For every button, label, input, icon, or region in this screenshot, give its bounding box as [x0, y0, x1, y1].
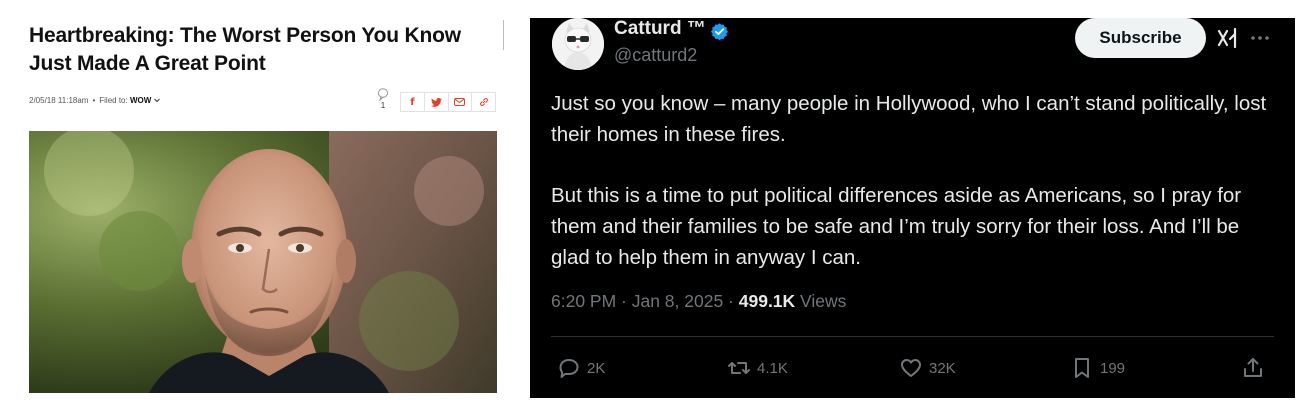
chevron-down-icon[interactable] — [153, 98, 160, 103]
bookmark-count: 199 — [1100, 359, 1126, 377]
like-count: 32K — [929, 359, 956, 377]
like-button[interactable]: 32K — [899, 354, 956, 382]
tweet-timestamp: 6:20 PM · Jan 8, 2025 · 499.1K Views — [551, 291, 846, 312]
tweet-paragraph: Just so you know – many people in Hollyw… — [551, 92, 1267, 146]
email-share-button[interactable] — [449, 93, 473, 111]
man-portrait-image — [29, 131, 497, 393]
more-icon[interactable] — [1248, 26, 1272, 50]
meta-separator: • — [92, 96, 96, 105]
timestamp-link[interactable]: 6:20 PM · Jan 8, 2025 · — [551, 291, 739, 311]
article-meta: 2/05/18 11:18am • Filed to: WOW — [29, 96, 160, 105]
share-button[interactable] — [1241, 354, 1265, 382]
bookmark-icon — [1075, 358, 1089, 378]
user-handle[interactable]: @catturd2 — [614, 45, 697, 66]
link-icon — [479, 98, 488, 106]
comment-count-button[interactable]: 1 — [374, 88, 392, 110]
tweet-paragraph: But this is a time to put political diff… — [551, 184, 1242, 269]
share-icon — [1244, 358, 1262, 377]
article-date[interactable]: 2/05/18 11:18am — [29, 96, 88, 105]
facebook-icon: f — [410, 96, 415, 108]
article-photo — [29, 131, 497, 393]
bookmark-button[interactable]: 199 — [1070, 354, 1125, 382]
view-count: 499.1K — [738, 291, 796, 311]
article-headline[interactable]: Heartbreaking: The Worst Person You Know… — [29, 22, 499, 78]
like-icon — [901, 359, 921, 377]
comment-icon — [377, 88, 389, 101]
cat-avatar-image — [552, 18, 604, 70]
verified-badge-icon[interactable] — [710, 22, 729, 41]
twitter-share-button[interactable] — [425, 93, 449, 111]
reply-button[interactable]: 2K — [557, 354, 605, 382]
display-name[interactable]: Catturd ™ — [614, 18, 706, 40]
subscribe-button[interactable]: Subscribe — [1075, 18, 1206, 58]
reply-count: 2K — [587, 359, 606, 377]
facebook-share-button[interactable]: f — [401, 93, 425, 111]
reply-icon — [559, 359, 579, 378]
repost-count: 4.1K — [757, 359, 788, 377]
grok-icon[interactable] — [1216, 26, 1240, 50]
repost-button[interactable]: 4.1K — [727, 354, 788, 382]
link-share-button[interactable] — [472, 93, 495, 111]
twitter-icon — [430, 97, 442, 107]
filed-label: Filed to: — [99, 96, 128, 105]
header-divider — [503, 20, 504, 50]
email-icon — [454, 98, 466, 106]
share-bar: f — [400, 92, 496, 112]
repost-icon — [728, 362, 750, 374]
tweet-card: Catturd ™ @catturd2 Subscribe Just so yo… — [530, 18, 1295, 398]
article-panel: Heartbreaking: The Worst Person You Know… — [0, 0, 520, 416]
tweet-actions: 2K 4.1K 32K 199 — [551, 354, 1271, 382]
tweet-text: Just so you know – many people in Hollyw… — [551, 88, 1271, 303]
comment-count: 1 — [380, 101, 386, 110]
avatar[interactable] — [552, 18, 604, 70]
filed-tag[interactable]: WOW — [130, 96, 151, 105]
actions-divider — [551, 336, 1274, 337]
views-label: Views — [795, 291, 847, 311]
